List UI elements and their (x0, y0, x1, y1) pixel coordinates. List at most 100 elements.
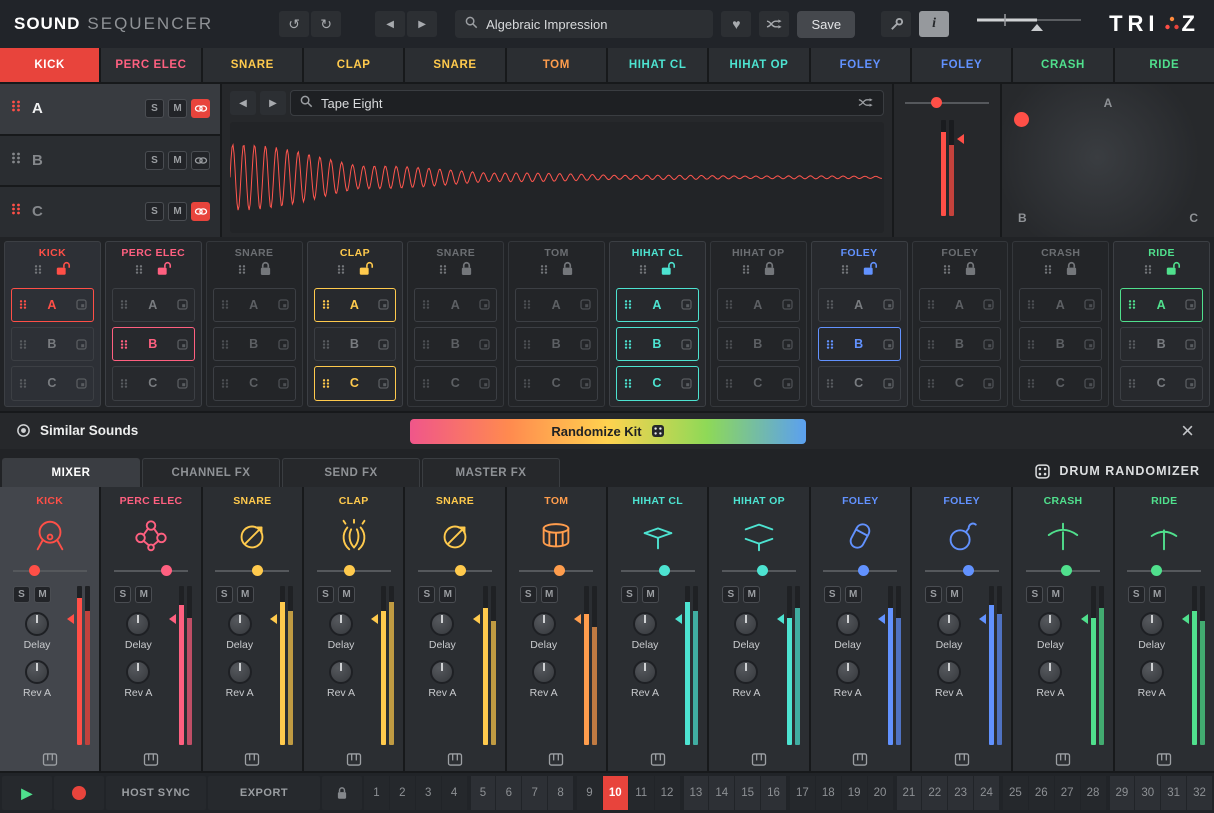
lock-open-icon[interactable] (862, 261, 878, 281)
channel-volume-slider[interactable] (418, 564, 492, 578)
xy-position-handle[interactable] (1014, 112, 1029, 127)
lock-open-icon[interactable] (55, 261, 71, 281)
kit-layer-b[interactable]: B (112, 327, 195, 361)
solo-button[interactable]: S (722, 586, 739, 603)
step-26[interactable]: 26 (1029, 776, 1054, 810)
delay-send-knob[interactable] (25, 612, 49, 636)
step-4[interactable]: 4 (442, 776, 467, 810)
track-tab-snare[interactable]: SNARE (203, 48, 302, 82)
kit-layer-a[interactable]: A (1019, 288, 1102, 322)
channel-volume-slider[interactable] (621, 564, 695, 578)
kit-layer-c[interactable]: C (818, 366, 901, 400)
pattern-lock-icon[interactable] (322, 776, 362, 810)
step-24[interactable]: 24 (974, 776, 999, 810)
delay-send-knob[interactable] (126, 612, 150, 636)
similar-sounds-radio-icon[interactable] (16, 423, 31, 438)
reverb-send-knob[interactable] (1140, 660, 1164, 684)
step-28[interactable]: 28 (1081, 776, 1106, 810)
kit-layer-a[interactable]: A (11, 288, 94, 322)
step-14[interactable]: 14 (709, 776, 734, 810)
reverb-send-knob[interactable] (1038, 660, 1062, 684)
channel-volume-slider[interactable] (519, 564, 593, 578)
kit-layer-b[interactable]: B (314, 327, 397, 361)
mute-button[interactable]: M (338, 586, 355, 603)
lock-closed-icon[interactable] (259, 261, 272, 281)
track-tab-crash[interactable]: CRASH (1013, 48, 1112, 82)
solo-button[interactable]: S (520, 586, 537, 603)
solo-button[interactable]: S (1128, 586, 1145, 603)
kit-layer-c[interactable]: C (414, 366, 497, 400)
mute-button[interactable]: M (1149, 586, 1166, 603)
output-routing-icon[interactable] (447, 753, 462, 766)
mute-button[interactable]: M (1047, 586, 1064, 603)
reverb-send-knob[interactable] (228, 660, 252, 684)
track-tab-hihat-cl[interactable]: HIHAT CL (608, 48, 707, 82)
output-routing-icon[interactable] (42, 753, 57, 766)
kit-column-crash[interactable]: CRASHABC (1012, 241, 1109, 407)
close-icon[interactable]: × (1181, 420, 1194, 442)
sample-layer-a[interactable]: ASM (0, 84, 220, 134)
step-2[interactable]: 2 (390, 776, 415, 810)
tab-channel-fx[interactable]: CHANNEL FX (142, 458, 280, 487)
reverb-send-knob[interactable] (836, 660, 860, 684)
mute-button[interactable]: M (946, 586, 963, 603)
link-icon[interactable] (191, 202, 210, 221)
kit-layer-a[interactable]: A (1120, 288, 1203, 322)
settings-wrench-icon[interactable] (881, 11, 911, 37)
track-tab-snare[interactable]: SNARE (405, 48, 504, 82)
step-1[interactable]: 1 (364, 776, 389, 810)
host-sync-button[interactable]: HOST SYNC (106, 776, 206, 810)
shuffle-preset-icon[interactable] (759, 11, 789, 37)
step-5[interactable]: 5 (471, 776, 496, 810)
step-16[interactable]: 16 (761, 776, 786, 810)
link-icon[interactable] (191, 99, 210, 118)
next-sample-button[interactable]: ▶ (260, 91, 286, 115)
lock-open-icon[interactable] (156, 261, 172, 281)
output-routing-icon[interactable] (245, 753, 260, 766)
tab-mixer[interactable]: MIXER (2, 458, 140, 487)
mute-button[interactable]: M (237, 586, 254, 603)
step-25[interactable]: 25 (1003, 776, 1028, 810)
delay-send-knob[interactable] (633, 612, 657, 636)
mute-button[interactable]: M (168, 202, 187, 221)
kit-layer-c[interactable]: C (1019, 366, 1102, 400)
solo-button[interactable]: S (145, 202, 164, 221)
record-button[interactable] (54, 776, 104, 810)
kit-column-foley[interactable]: FOLEYABC (811, 241, 908, 407)
kit-layer-b[interactable]: B (11, 327, 94, 361)
step-18[interactable]: 18 (816, 776, 841, 810)
output-routing-icon[interactable] (1157, 753, 1172, 766)
reverb-send-knob[interactable] (734, 660, 758, 684)
kit-layer-c[interactable]: C (515, 366, 598, 400)
kit-layer-b[interactable]: B (1120, 327, 1203, 361)
kit-layer-b[interactable]: B (414, 327, 497, 361)
step-15[interactable]: 15 (735, 776, 760, 810)
previous-preset-button[interactable]: ◀ (375, 11, 405, 37)
track-tab-tom[interactable]: TOM (507, 48, 606, 82)
output-routing-icon[interactable] (751, 753, 766, 766)
mute-button[interactable]: M (541, 586, 558, 603)
reverb-send-knob[interactable] (25, 660, 49, 684)
output-routing-icon[interactable] (853, 753, 868, 766)
kit-layer-c[interactable]: C (919, 366, 1002, 400)
track-tab-perc-elec[interactable]: PERC ELEC (101, 48, 200, 82)
kit-layer-a[interactable]: A (414, 288, 497, 322)
mute-button[interactable]: M (135, 586, 152, 603)
step-21[interactable]: 21 (897, 776, 922, 810)
kit-column-clap[interactable]: CLAPABC (307, 241, 404, 407)
kit-layer-c[interactable]: C (314, 366, 397, 400)
mute-button[interactable]: M (642, 586, 659, 603)
reverb-send-knob[interactable] (329, 660, 353, 684)
kit-column-kick[interactable]: KICKABC (4, 241, 101, 407)
tab-send-fx[interactable]: SEND FX (282, 458, 420, 487)
step-27[interactable]: 27 (1055, 776, 1080, 810)
output-routing-icon[interactable] (143, 753, 158, 766)
solo-button[interactable]: S (925, 586, 942, 603)
reverb-send-knob[interactable] (532, 660, 556, 684)
channel-volume-slider[interactable] (215, 564, 289, 578)
lock-closed-icon[interactable] (1065, 261, 1078, 281)
mute-button[interactable]: M (439, 586, 456, 603)
solo-button[interactable]: S (621, 586, 638, 603)
lock-closed-icon[interactable] (763, 261, 776, 281)
delay-send-knob[interactable] (1038, 612, 1062, 636)
